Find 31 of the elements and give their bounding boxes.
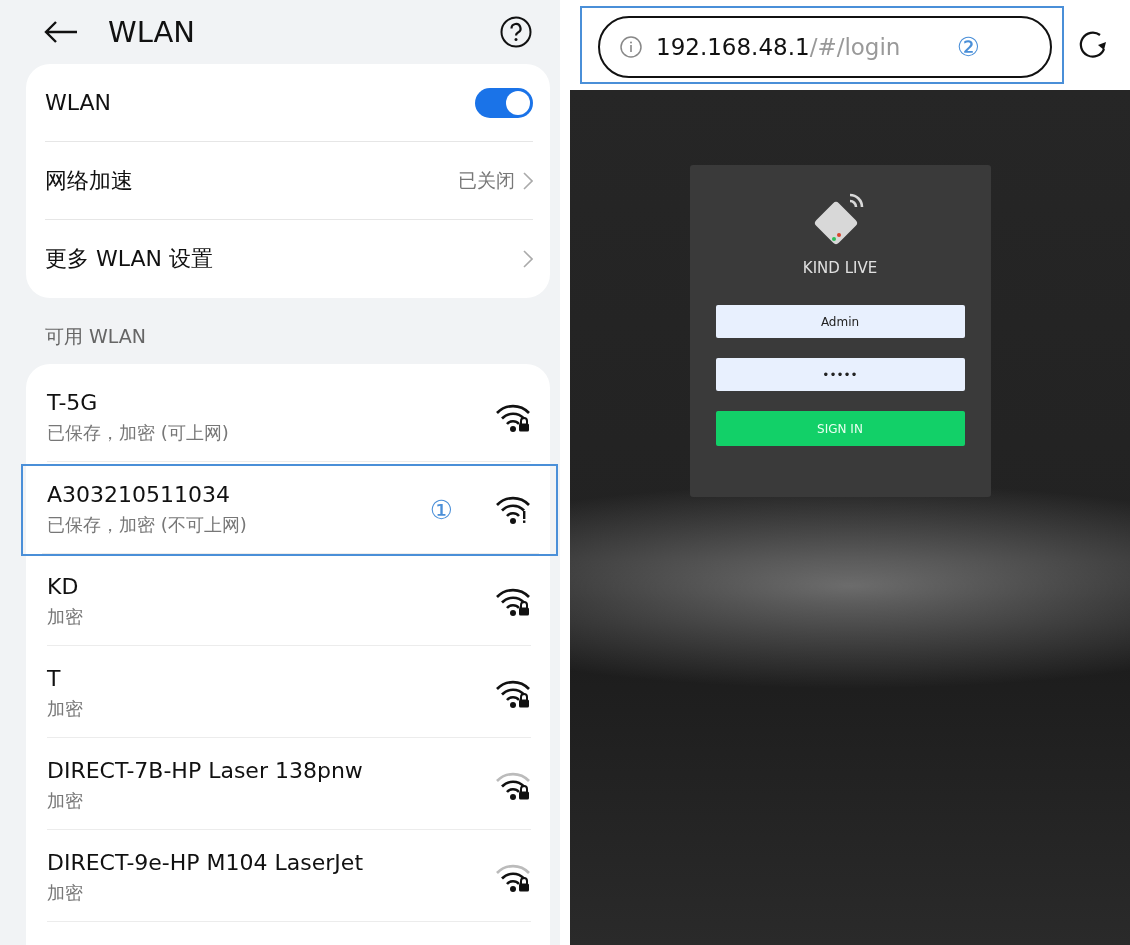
chevron-right-icon [523, 250, 533, 268]
network-name[interactable]: T [47, 666, 495, 691]
wlan-switch[interactable] [475, 87, 533, 118]
annotation-number: ① [429, 494, 453, 525]
setting-label[interactable]: 更多 WLAN 设置 [45, 244, 523, 274]
address-bar[interactable]: 192.168.48.1/#/login ② [598, 16, 1052, 78]
network-status: 已保存，加密 (不可上网) [47, 513, 248, 537]
setting-label[interactable]: 网络加速 [45, 165, 458, 196]
network-name[interactable]: DIRECT-9e-HP M104 LaserJet [47, 850, 495, 875]
wlan-label: WLAN [45, 90, 113, 115]
network-name[interactable]: A303210511034 [47, 482, 430, 507]
network-status: 加密 [47, 697, 84, 721]
chevron-right-icon [523, 171, 533, 190]
page-title: WLAN [108, 15, 197, 49]
help-icon[interactable] [500, 16, 532, 48]
section-header: 可用 WLAN [44, 324, 148, 349]
network-status: 加密 [47, 789, 84, 813]
network-status: 加密 [47, 881, 84, 905]
network-name[interactable]: T-5G [47, 390, 495, 415]
network-status: 已保存，加密 (可上网) [47, 421, 230, 445]
network-name[interactable]: DIRECT-7B-HP Laser 138pnw [47, 758, 495, 783]
annotation-number: ② [956, 32, 980, 62]
info-icon [620, 36, 642, 58]
network-name[interactable]: KD [47, 574, 495, 599]
url-text: 192.168.48.1/#/login [656, 34, 902, 60]
password-field[interactable]: ••••• [715, 358, 965, 391]
network-status: 加密 [47, 605, 84, 629]
username-field[interactable]: Admin [715, 305, 965, 338]
back-arrow-icon[interactable] [44, 21, 78, 43]
setting-value: 已关闭 [458, 167, 515, 193]
brand-name: KIND LIVE [802, 259, 878, 277]
